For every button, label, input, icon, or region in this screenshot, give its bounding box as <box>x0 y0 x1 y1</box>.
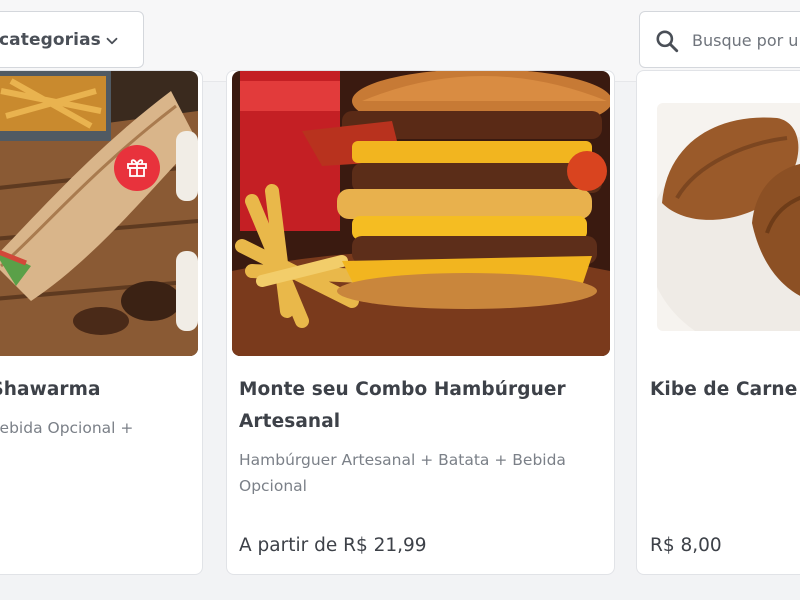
product-image <box>0 71 198 356</box>
product-title: Monte seu Combo Hambúrguer Artesanal <box>239 379 566 432</box>
product-price: A partir de R$ 21,99 <box>239 535 427 556</box>
category-select-label: categorias <box>0 29 101 50</box>
gift-icon <box>127 159 147 177</box>
category-select[interactable]: categorias <box>0 11 144 68</box>
product-description: Hambúrguer Artesanal + Batata + Bebida O… <box>239 451 566 495</box>
search-input[interactable] <box>692 26 800 54</box>
product-price: R$ 8,00 <box>650 535 722 556</box>
product-title: o Shawarma <box>0 379 101 400</box>
product-image <box>232 71 610 356</box>
product-card[interactable]: Kibe de Carne u R$ 8,00 <box>636 70 800 575</box>
gift-badge <box>114 145 160 191</box>
chevron-down-icon <box>106 37 118 45</box>
search-box[interactable] <box>639 11 800 68</box>
product-title: Kibe de Carne u <box>650 379 800 400</box>
product-description: + Bebida Opcional + <box>0 419 134 437</box>
product-card[interactable]: Monte seu Combo Hambúrguer Artesanal Ham… <box>226 70 615 575</box>
product-card[interactable]: o Shawarma + Bebida Opcional + 99 <box>0 70 203 575</box>
search-icon <box>656 30 679 53</box>
product-image <box>657 103 800 331</box>
